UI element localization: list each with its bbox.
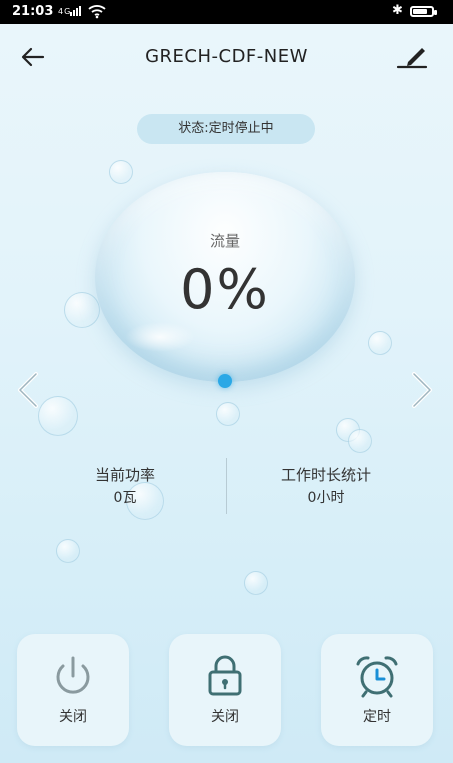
decor-bubble bbox=[348, 429, 372, 453]
page-title: GRECH-CDF-NEW bbox=[145, 46, 308, 67]
previous-mode-button[interactable] bbox=[12, 370, 42, 410]
battery-icon bbox=[410, 6, 437, 17]
chevron-left-icon bbox=[18, 372, 38, 408]
runtime-stat: 工作时长统计 0小时 bbox=[226, 464, 426, 507]
flow-gauge: 流量 0% bbox=[95, 172, 355, 382]
gauge-indicator-dot[interactable] bbox=[218, 374, 232, 388]
status-time: 21:03 bbox=[12, 4, 54, 19]
lock-label: 关闭 bbox=[211, 709, 239, 725]
bluetooth-icon: ✱ bbox=[392, 3, 403, 18]
decor-bubble bbox=[368, 331, 392, 355]
signal-icon: 4G bbox=[58, 4, 84, 21]
chevron-right-icon bbox=[412, 372, 432, 408]
power-value: 0瓦 bbox=[113, 490, 137, 506]
stats-panel: 当前功率 0瓦 工作时长统计 0小时 bbox=[0, 458, 453, 518]
power-stat: 当前功率 0瓦 bbox=[25, 464, 225, 507]
flow-value: 0% bbox=[180, 258, 270, 321]
status-bar: 21:03 4G ✱ bbox=[0, 0, 453, 24]
flow-label: 流量 bbox=[209, 232, 240, 250]
power-off-label: 关闭 bbox=[59, 709, 87, 725]
power-icon bbox=[48, 654, 98, 698]
decor-bubble bbox=[38, 396, 78, 436]
header: GRECH-CDF-NEW bbox=[0, 40, 453, 74]
runtime-value: 0小时 bbox=[307, 490, 345, 506]
network-type-text: 4G bbox=[58, 7, 71, 16]
timer-label: 定时 bbox=[363, 709, 391, 725]
decor-bubble bbox=[244, 571, 268, 595]
power-off-button[interactable]: 关闭 bbox=[17, 634, 129, 746]
status-badge: 状态:定时停止中 bbox=[137, 114, 315, 144]
timer-button[interactable]: 定时 bbox=[321, 634, 433, 746]
decor-bubble bbox=[56, 539, 80, 563]
lock-button[interactable]: 关闭 bbox=[169, 634, 281, 746]
decor-bubble bbox=[109, 160, 133, 184]
edit-pen-icon bbox=[396, 48, 428, 69]
power-label: 当前功率 bbox=[94, 466, 155, 484]
battery-level bbox=[413, 9, 427, 14]
runtime-label: 工作时长统计 bbox=[280, 466, 371, 484]
edit-button[interactable] bbox=[396, 42, 428, 72]
decor-bubble bbox=[216, 402, 240, 426]
alarm-clock-icon bbox=[352, 654, 402, 698]
next-mode-button[interactable] bbox=[408, 370, 438, 410]
wifi-icon bbox=[88, 3, 106, 23]
lock-icon bbox=[200, 654, 250, 698]
